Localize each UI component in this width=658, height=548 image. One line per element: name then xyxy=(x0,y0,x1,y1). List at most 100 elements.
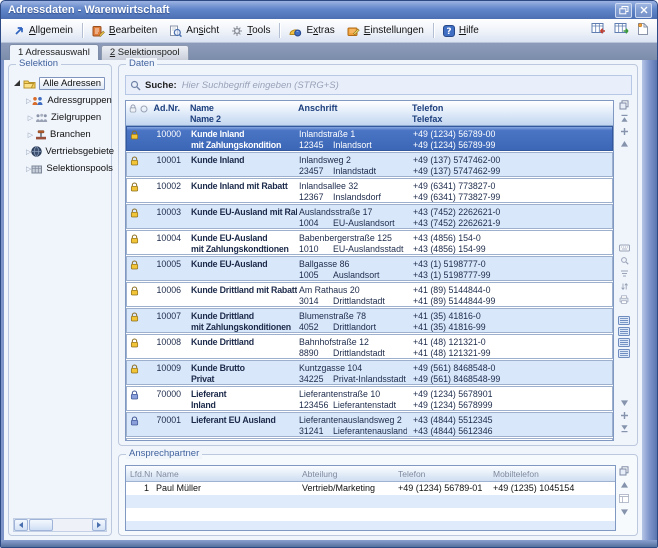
address-row-10000[interactable]: 10000Kunde Inlandmit ZahlungskonditionIn… xyxy=(126,126,613,151)
menu-bearbeiten[interactable]: Bearbeiten xyxy=(86,23,163,39)
adnr-cell: 10008 xyxy=(153,335,183,358)
tree-item-zielgruppen[interactable]: ▷Zielgruppen xyxy=(13,109,108,126)
scroll-down-button[interactable] xyxy=(620,399,629,407)
selection-pools-icon xyxy=(31,164,43,174)
scroll-up-button[interactable] xyxy=(620,140,629,148)
scroll-left-button[interactable] xyxy=(14,519,28,531)
lock-gold-icon xyxy=(130,260,139,270)
app-window: Adressdaten - Warenwirtschaft Allgemein B… xyxy=(0,0,658,548)
table-import-button[interactable] xyxy=(612,21,631,41)
expander-icon[interactable]: ▷ xyxy=(26,114,35,122)
address-row-10002[interactable]: 10002Kunde Inland mit RabattInlandsallee… xyxy=(126,178,613,203)
tree-root-alle-adressen[interactable]: Alle Adressen xyxy=(13,75,108,92)
menu-ansicht[interactable]: Ansicht xyxy=(163,23,225,39)
menu-extras[interactable]: Extras xyxy=(283,23,340,39)
address-row-70002[interactable]: 70002Lieferant DrittlandLieferantendritt… xyxy=(126,438,613,440)
scroll-top-button[interactable] xyxy=(620,114,629,123)
column-header-name[interactable]: NameName 2 xyxy=(182,101,296,125)
column-chooser-button[interactable] xyxy=(619,100,629,110)
adnr-cell: 10007 xyxy=(153,309,183,332)
card-view-button[interactable] xyxy=(619,494,629,503)
insert-row-button[interactable] xyxy=(620,127,629,136)
search-small-button[interactable] xyxy=(620,256,629,265)
keyboard-button[interactable] xyxy=(619,244,630,252)
new-document-button[interactable] xyxy=(635,21,651,41)
telefon-cell: +49 (6341) 773827-0+49 (6341) 773827-99 xyxy=(407,179,612,202)
tree-item-selektionspools[interactable]: ▷Selektionspools xyxy=(13,160,108,177)
menu-einstellungen[interactable]: Einstellungen xyxy=(341,23,430,39)
address-row-10007[interactable]: 10007Kunde Drittlandmit Zahlungskonditio… xyxy=(126,308,613,333)
menu-tools[interactable]: Tools xyxy=(225,23,276,39)
search-icon xyxy=(130,80,141,91)
expander-icon[interactable]: ▷ xyxy=(26,131,35,139)
lock-cell xyxy=(127,413,141,436)
sort-button[interactable] xyxy=(620,269,629,278)
anschrift-cell: Bahnhofstraße 128890Drittlandstadt xyxy=(297,335,407,358)
list-view-button[interactable] xyxy=(618,316,630,325)
address-row-10005[interactable]: 10005Kunde EU-AuslandBallgasse 861005Aus… xyxy=(126,256,613,281)
scroll-down-button[interactable] xyxy=(620,508,629,516)
list-view-button[interactable] xyxy=(618,327,630,336)
address-row-10004[interactable]: 10004Kunde EU-Auslandmit Zahlungskondtio… xyxy=(126,230,613,255)
col-telefon[interactable]: Telefon xyxy=(394,469,489,479)
menu-label: Einstellungen xyxy=(364,25,424,36)
col-abteilung[interactable]: Abteilung xyxy=(298,469,394,479)
menu-hilfe[interactable]: ?Hilfe xyxy=(437,23,485,39)
adnr-cell: 10003 xyxy=(153,205,183,228)
grid-side-toolbar xyxy=(614,100,632,441)
column-chooser-button[interactable] xyxy=(619,466,629,476)
scrollbar-thumb[interactable] xyxy=(29,519,53,531)
lock-gold-icon xyxy=(130,338,139,348)
column-header-adnr[interactable]: Ad.Nr. xyxy=(152,101,182,125)
scroll-up-button[interactable] xyxy=(620,481,629,489)
contact-empty-row xyxy=(126,495,615,508)
tree-item-vertriebsgebiete[interactable]: ▷Vertriebsgebiete xyxy=(13,143,108,160)
expander-open-icon[interactable] xyxy=(14,80,20,86)
print-button[interactable] xyxy=(619,295,629,304)
titlebar: Adressdaten - Warenwirtschaft xyxy=(1,1,657,19)
column-header-anschrift[interactable]: Anschrift xyxy=(296,101,406,125)
column-header-status[interactable] xyxy=(140,101,152,125)
abteilung-cell: Vertrieb/Marketing xyxy=(298,482,394,495)
close-button[interactable] xyxy=(635,3,652,18)
status-cell xyxy=(141,283,153,306)
address-row-70000[interactable]: 70000LieferantInlandLieferantenstraße 10… xyxy=(126,386,613,411)
restore-button[interactable] xyxy=(615,3,632,18)
address-row-70001[interactable]: 70001Lieferant EU AuslandLieferantenausl… xyxy=(126,412,613,437)
table-export-icon xyxy=(591,22,606,35)
anschrift-cell: Inlandsweg 223457Inlandstadt xyxy=(297,153,407,176)
col-name[interactable]: Name xyxy=(152,469,298,479)
address-groups-icon xyxy=(31,96,44,106)
swap-button[interactable] xyxy=(620,282,629,291)
edit-icon xyxy=(92,25,105,37)
address-row-10006[interactable]: 10006Kunde Drittland mit RabattAm Rathau… xyxy=(126,282,613,307)
col-mobiltelefon[interactable]: Mobiltelefon xyxy=(489,469,587,479)
list-view-button[interactable] xyxy=(618,338,630,347)
list-view-icon xyxy=(618,349,630,358)
column-header-telefon[interactable]: TelefonTelefax xyxy=(406,101,613,125)
col-lfdnr[interactable]: Lfd.Nr. xyxy=(126,469,152,479)
lock-gold-icon xyxy=(130,312,139,322)
insert-row-button[interactable] xyxy=(620,411,629,420)
name-cell: Kunde Drittland mit Rabatt xyxy=(183,283,297,306)
scroll-right-button[interactable] xyxy=(92,519,106,531)
search-input[interactable] xyxy=(182,80,627,91)
address-row-10008[interactable]: 10008Kunde DrittlandBahnhofstraße 128890… xyxy=(126,334,613,359)
telefon-cell: +49 (137) 5747462-00+49 (137) 5747462-99 xyxy=(407,153,612,176)
scroll-down-icon xyxy=(620,399,629,407)
address-row-10009[interactable]: 10009Kunde BruttoPrivatKuntzgasse 104342… xyxy=(126,360,613,385)
tree-item-adressgruppen[interactable]: ▷Adressgruppen xyxy=(13,92,108,109)
contact-row[interactable]: 1Paul MüllerVertrieb/Marketing+49 (1234)… xyxy=(126,482,615,495)
list-view-button[interactable] xyxy=(618,349,630,358)
telefon-cell: +49 (1234) 5678901+49 (1234) 5678999 xyxy=(407,387,612,410)
tree-horizontal-scrollbar[interactable] xyxy=(13,518,107,532)
address-row-10001[interactable]: 10001Kunde InlandInlandsweg 223457Inland… xyxy=(126,152,613,177)
tree-item-branchen[interactable]: ▷Branchen xyxy=(13,126,108,143)
column-header-lock[interactable] xyxy=(126,101,140,125)
status-cell xyxy=(141,153,153,176)
menu-allgemein[interactable]: Allgemein xyxy=(7,23,79,39)
address-row-10003[interactable]: 10003Kunde EU-Ausland mit RabattAuslands… xyxy=(126,204,613,229)
window-body: Selektion Alle Adressen▷Adressgruppen▷Zi… xyxy=(1,60,657,540)
table-export-button[interactable] xyxy=(589,21,608,41)
scroll-bottom-button[interactable] xyxy=(620,424,629,433)
